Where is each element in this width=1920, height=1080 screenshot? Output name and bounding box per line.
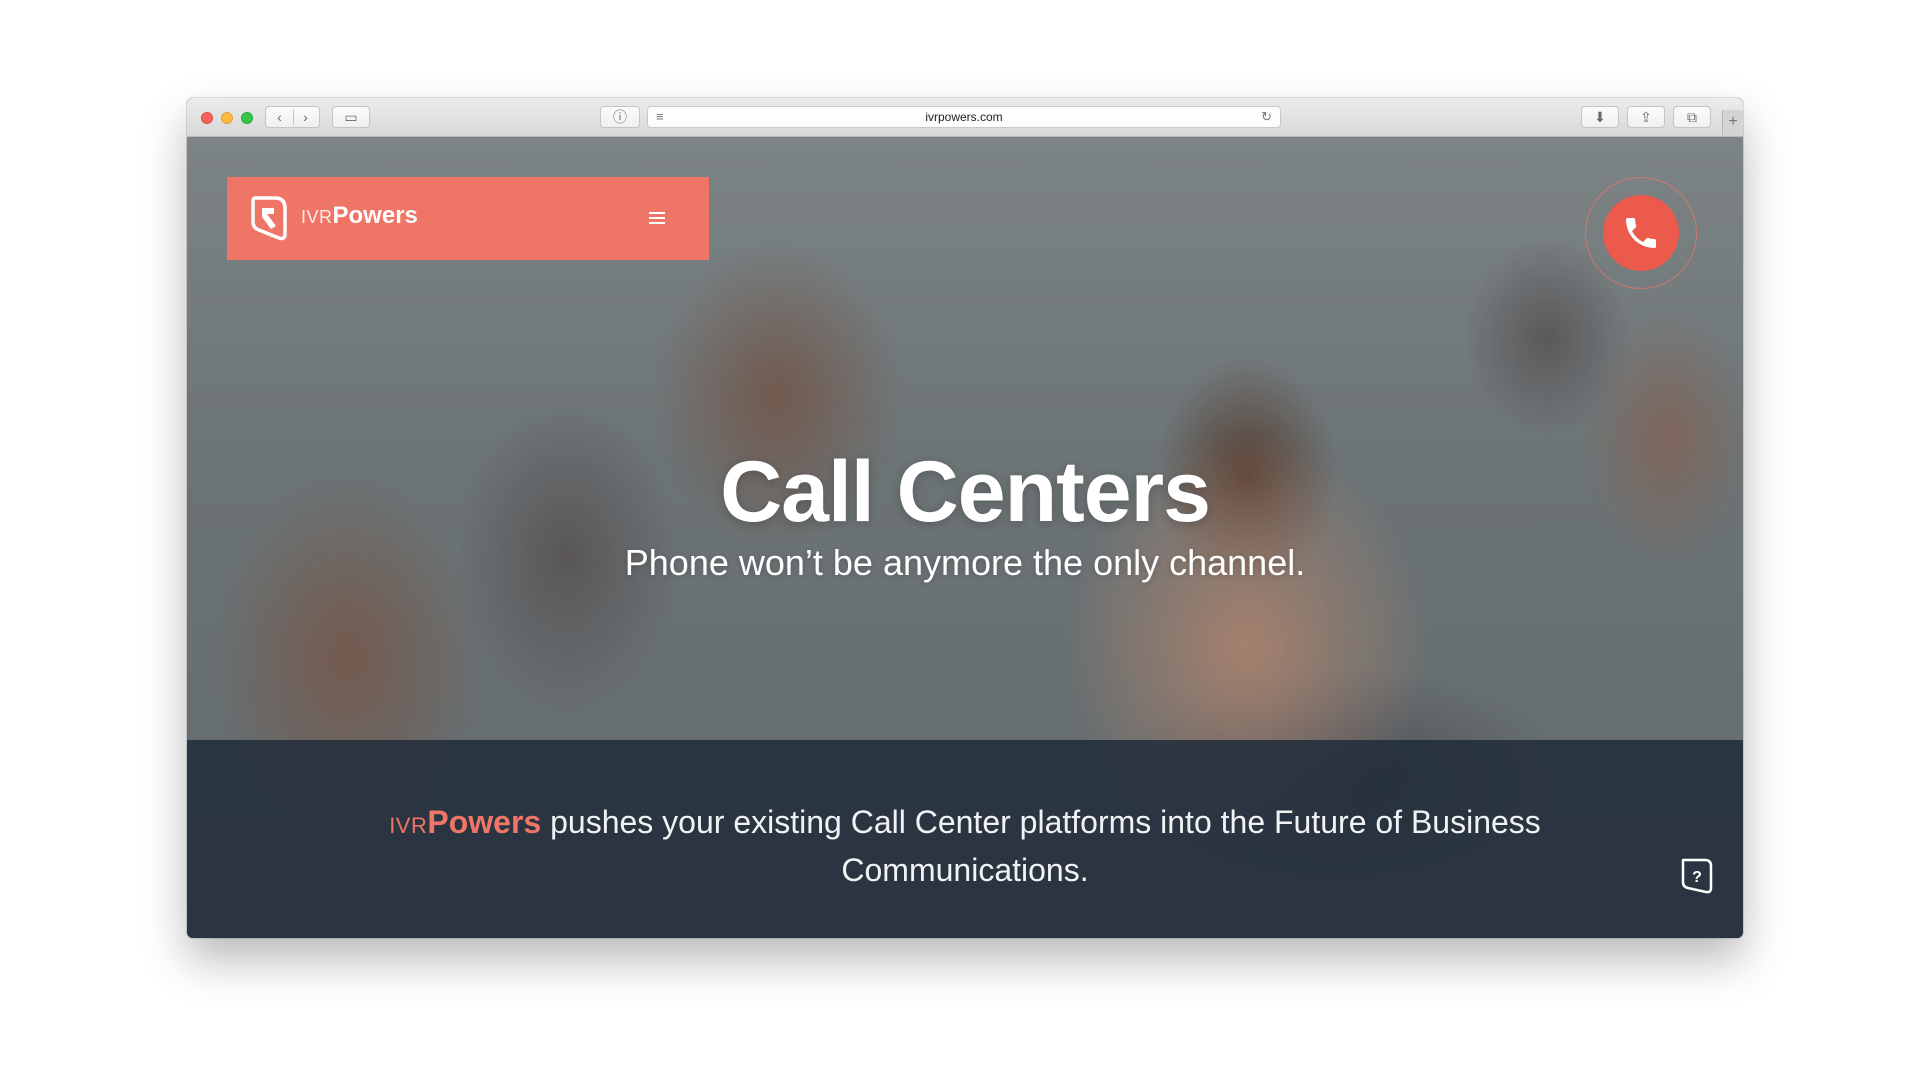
svg-text:?: ?: [1692, 869, 1702, 886]
call-button[interactable]: [1603, 195, 1679, 271]
navigation-buttons: ‹ ›: [265, 106, 320, 128]
share-icon[interactable]: ⇪: [1627, 106, 1665, 128]
hamburger-menu-icon[interactable]: [643, 205, 669, 231]
page-viewport: IVRPowers Call Centers Phone won’t be an…: [187, 137, 1743, 938]
downloads-icon[interactable]: ⬇: [1581, 106, 1619, 128]
tab-overview-icon[interactable]: ⧉: [1673, 106, 1711, 128]
band-brand-prefix: IVR: [389, 813, 428, 838]
logo-icon[interactable]: [249, 194, 289, 242]
phone-icon: [1626, 218, 1656, 248]
hero-title: Call Centers: [720, 444, 1211, 540]
browser-window: ‹ › ▭ ⓘ ≡ ivrpowers.com ↻ ⬇ ⇪ ⧉ + IVRPowe…: [187, 98, 1743, 938]
site-header-bar: IVRPowers: [227, 177, 709, 260]
browser-toolbar: ‹ › ▭ ⓘ ≡ ivrpowers.com ↻ ⬇ ⇪ ⧉ +: [187, 98, 1743, 137]
minimize-window-button[interactable]: [221, 112, 233, 124]
sidebar-toggle-button[interactable]: ▭: [332, 106, 370, 128]
address-bar[interactable]: ≡ ivrpowers.com ↻: [647, 106, 1281, 128]
band-text: pushes your existing Call Center platfor…: [541, 804, 1541, 888]
zoom-window-button[interactable]: [241, 112, 253, 124]
info-icon[interactable]: ⓘ: [600, 106, 640, 128]
close-window-button[interactable]: [201, 112, 213, 124]
hero-subtitle: Phone won’t be anymore the only channel.: [624, 542, 1306, 583]
band-brand-name: Powers: [427, 804, 542, 840]
brand-name: Powers: [332, 202, 418, 229]
new-tab-button[interactable]: +: [1722, 110, 1743, 136]
back-button[interactable]: ‹: [267, 107, 293, 127]
info-band: IVRPowers pushes your existing Call Cent…: [187, 740, 1743, 938]
url-text[interactable]: ivrpowers.com: [648, 107, 1280, 127]
brand-logo-text[interactable]: IVRPowers: [301, 201, 418, 234]
forward-button[interactable]: ›: [293, 107, 319, 127]
brand-prefix: IVR: [301, 207, 333, 227]
band-description: IVRPowers pushes your existing Call Cent…: [367, 800, 1563, 893]
reload-icon[interactable]: ↻: [1261, 107, 1272, 127]
help-icon[interactable]: ?: [1679, 856, 1715, 896]
